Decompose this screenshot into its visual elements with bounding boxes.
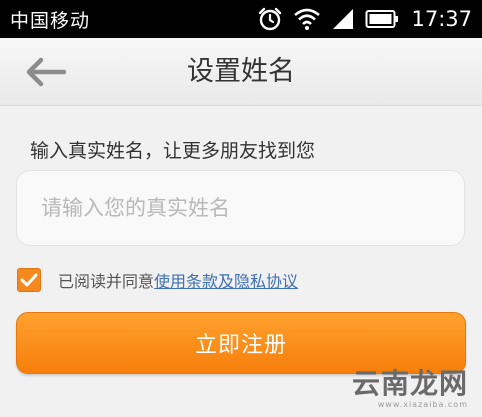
real-name-input[interactable] (16, 170, 465, 246)
agree-text: 已阅读并同意 (58, 272, 155, 291)
name-hint-label: 输入真实姓名，让更多朋友找到您 (30, 140, 316, 162)
status-icons: 17:37 (257, 6, 472, 32)
signal-icon (331, 7, 355, 31)
terms-privacy-link[interactable]: 使用条款及隐私协议 (154, 268, 298, 292)
checkmark-icon (20, 273, 38, 287)
agree-checkbox[interactable] (17, 268, 41, 292)
wifi-icon (293, 7, 321, 31)
carrier-name: 中国移动 (10, 9, 91, 32)
watermark: 云南龙网 www.xiazaiba.com (352, 362, 468, 409)
alarm-icon (257, 6, 283, 32)
status-bar: 中国移动 17:37 (0, 0, 482, 38)
watermark-text: 云南龙网 (351, 367, 468, 400)
navigation-bar: 设置姓名 (0, 38, 482, 106)
page-title: 设置姓名 (187, 56, 295, 87)
clock-time: 17:37 (411, 7, 472, 31)
battery-icon (365, 9, 399, 29)
form-area: 输入真实姓名，让更多朋友找到您 已阅读并同意 使用条款及隐私协议 立即注册 云南… (0, 106, 482, 417)
agreement-row: 已阅读并同意 使用条款及隐私协议 (17, 267, 298, 293)
